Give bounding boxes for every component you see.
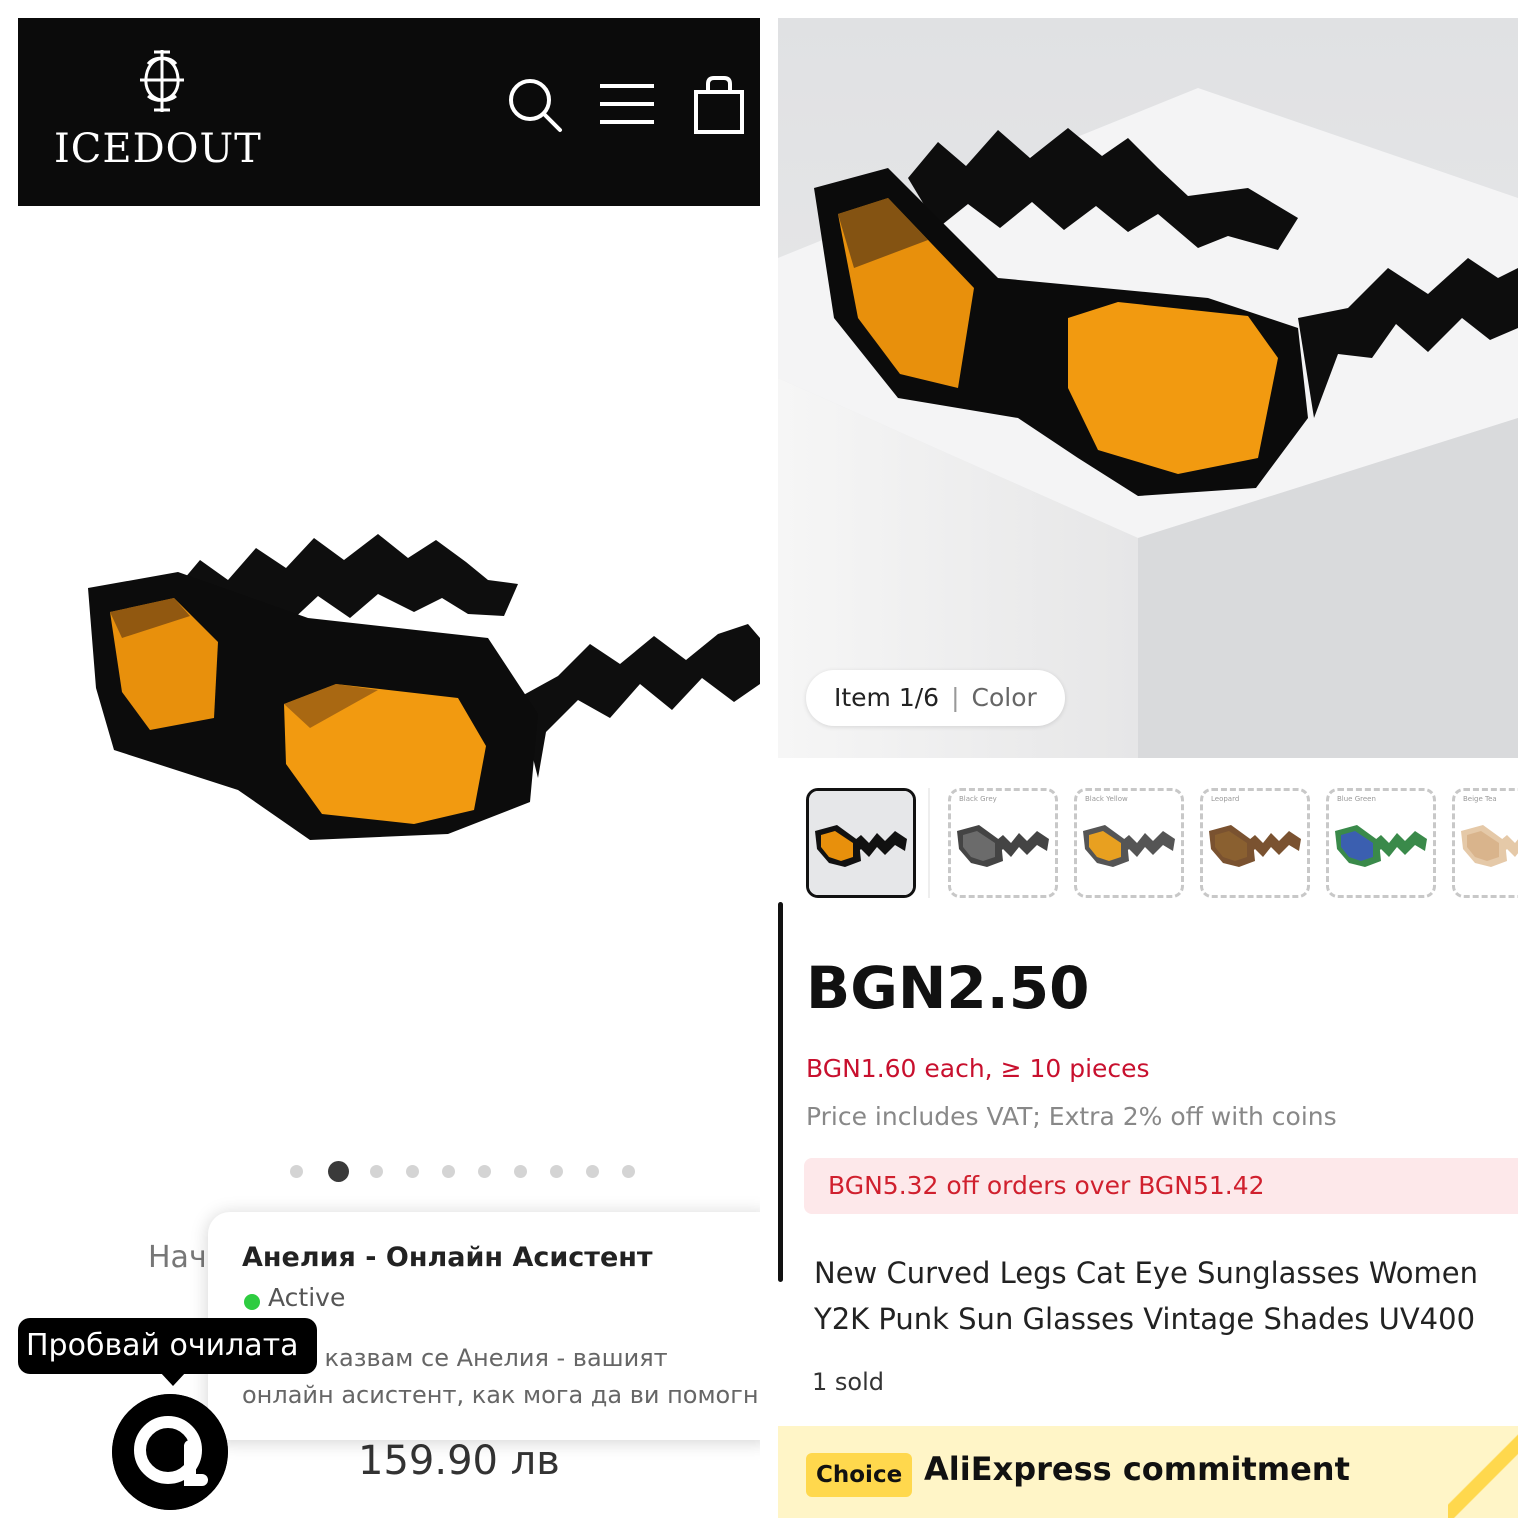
pagination-dot[interactable] <box>622 1165 635 1178</box>
aliexpress-commitment-bar[interactable]: Choice AliExpress commitment <box>778 1426 1518 1518</box>
thumbnail-divider <box>928 788 930 898</box>
product-image-sunglasses[interactable]: Ͼ <box>18 488 760 868</box>
chat-message-line: онлайн асистент, как мога да ви помогн <box>242 1381 759 1409</box>
decorative-stripe <box>1448 1426 1518 1518</box>
pagination-dot[interactable] <box>442 1165 455 1178</box>
color-variant-thumbnail[interactable]: Black Grey <box>948 788 1058 898</box>
gallery-counter-pill[interactable]: Item 1/6 | Color <box>806 670 1065 726</box>
sold-count: 1 sold <box>812 1368 884 1396</box>
sunglasses-thumbnail-icon <box>809 791 913 895</box>
crest-monogram-icon[interactable] <box>130 44 194 116</box>
svg-text:Ͼ: Ͼ <box>552 731 567 755</box>
pagination-dot[interactable] <box>550 1165 563 1178</box>
search-icon[interactable] <box>504 74 566 136</box>
pagination-dot-active[interactable] <box>328 1161 349 1182</box>
item-counter: Item 1/6 <box>834 683 940 712</box>
sunglasses-thumbnail-icon <box>957 825 1049 867</box>
icedout-product-page: ICEDOUT Ͼ Нач 159.90 лв Анелия - Онлайн … <box>18 18 760 1518</box>
pagination-dot[interactable] <box>478 1165 491 1178</box>
title-line: Y2K Punk Sun Glasses Vintage Shades UV40… <box>814 1302 1476 1336</box>
thumbnail-label: Black Yellow <box>1085 795 1128 803</box>
brand-logo-text[interactable]: ICEDOUT <box>54 126 262 172</box>
pagination-dot[interactable] <box>290 1165 303 1178</box>
thumbnail-label: Black Grey <box>959 795 997 803</box>
commitment-text: AliExpress commitment <box>924 1450 1350 1488</box>
color-label[interactable]: Color <box>972 683 1037 712</box>
thumbnail-label: Leopard <box>1211 795 1240 803</box>
thumbnail-label: Beige Tea <box>1463 795 1497 803</box>
pagination-dot[interactable] <box>586 1165 599 1178</box>
color-variant-thumbnails: Black Grey Black Yellow Leopard Blue Green B… <box>778 788 1518 903</box>
product-price: 159.90 лв <box>358 1438 560 1484</box>
tooltip-arrow <box>160 1372 186 1386</box>
breadcrumb[interactable]: Нач <box>148 1240 207 1275</box>
chat-status: Active <box>268 1283 346 1312</box>
bulk-price: BGN1.60 each, ≥ 10 pieces <box>806 1054 1150 1083</box>
sunglasses-thumbnail-icon <box>1209 825 1301 867</box>
menu-icon[interactable] <box>596 74 658 136</box>
product-photo-sunglasses-on-pedestal[interactable] <box>778 18 1518 758</box>
vat-note: Price includes VAT; Extra 2% off with co… <box>806 1102 1337 1131</box>
color-variant-thumbnail[interactable]: Beige Tea <box>1452 788 1518 898</box>
gallery-pagination <box>290 1160 650 1184</box>
chat-message: ...йте, казвам се Анелия - вашият онлайн… <box>242 1340 760 1416</box>
thumbnail-label: Blue Green <box>1337 795 1376 803</box>
color-variant-thumbnail[interactable] <box>806 788 916 898</box>
pagination-dot[interactable] <box>514 1165 527 1178</box>
shopping-bag-icon[interactable] <box>690 74 752 136</box>
sunglasses-thumbnail-icon <box>1461 825 1518 867</box>
product-price: BGN2.50 <box>806 954 1090 1022</box>
color-variant-thumbnail[interactable]: Blue Green <box>1326 788 1436 898</box>
chat-message-line: ...йте, казвам се Анелия - вашият <box>242 1344 668 1372</box>
site-header: ICEDOUT <box>18 18 760 206</box>
chat-title: Анелия - Онлайн Асистент <box>242 1242 653 1273</box>
pill-separator: | <box>951 683 960 712</box>
coupon-banner[interactable]: BGN5.32 off orders over BGN51.42 <box>804 1158 1518 1214</box>
assistant-logo-icon[interactable] <box>112 1394 228 1510</box>
sunglasses-thumbnail-icon <box>1335 825 1427 867</box>
scroll-edge-indicator <box>778 902 783 1282</box>
pagination-dot[interactable] <box>370 1165 383 1178</box>
online-status-dot <box>244 1294 260 1310</box>
try-on-tooltip[interactable]: Пробвай очилата <box>18 1318 317 1374</box>
product-title[interactable]: New Curved Legs Cat Eye Sunglasses Women… <box>814 1250 1518 1342</box>
color-variant-thumbnail[interactable]: Black Yellow <box>1074 788 1184 898</box>
pagination-dot[interactable] <box>406 1165 419 1178</box>
title-line: New Curved Legs Cat Eye Sunglasses Women <box>814 1256 1479 1290</box>
sunglasses-thumbnail-icon <box>1083 825 1175 867</box>
choice-badge: Choice <box>806 1453 913 1497</box>
color-variant-thumbnail[interactable]: Leopard <box>1200 788 1310 898</box>
aliexpress-product-page: Item 1/6 | Color Black Grey Black Yellow Leo… <box>778 18 1518 1518</box>
